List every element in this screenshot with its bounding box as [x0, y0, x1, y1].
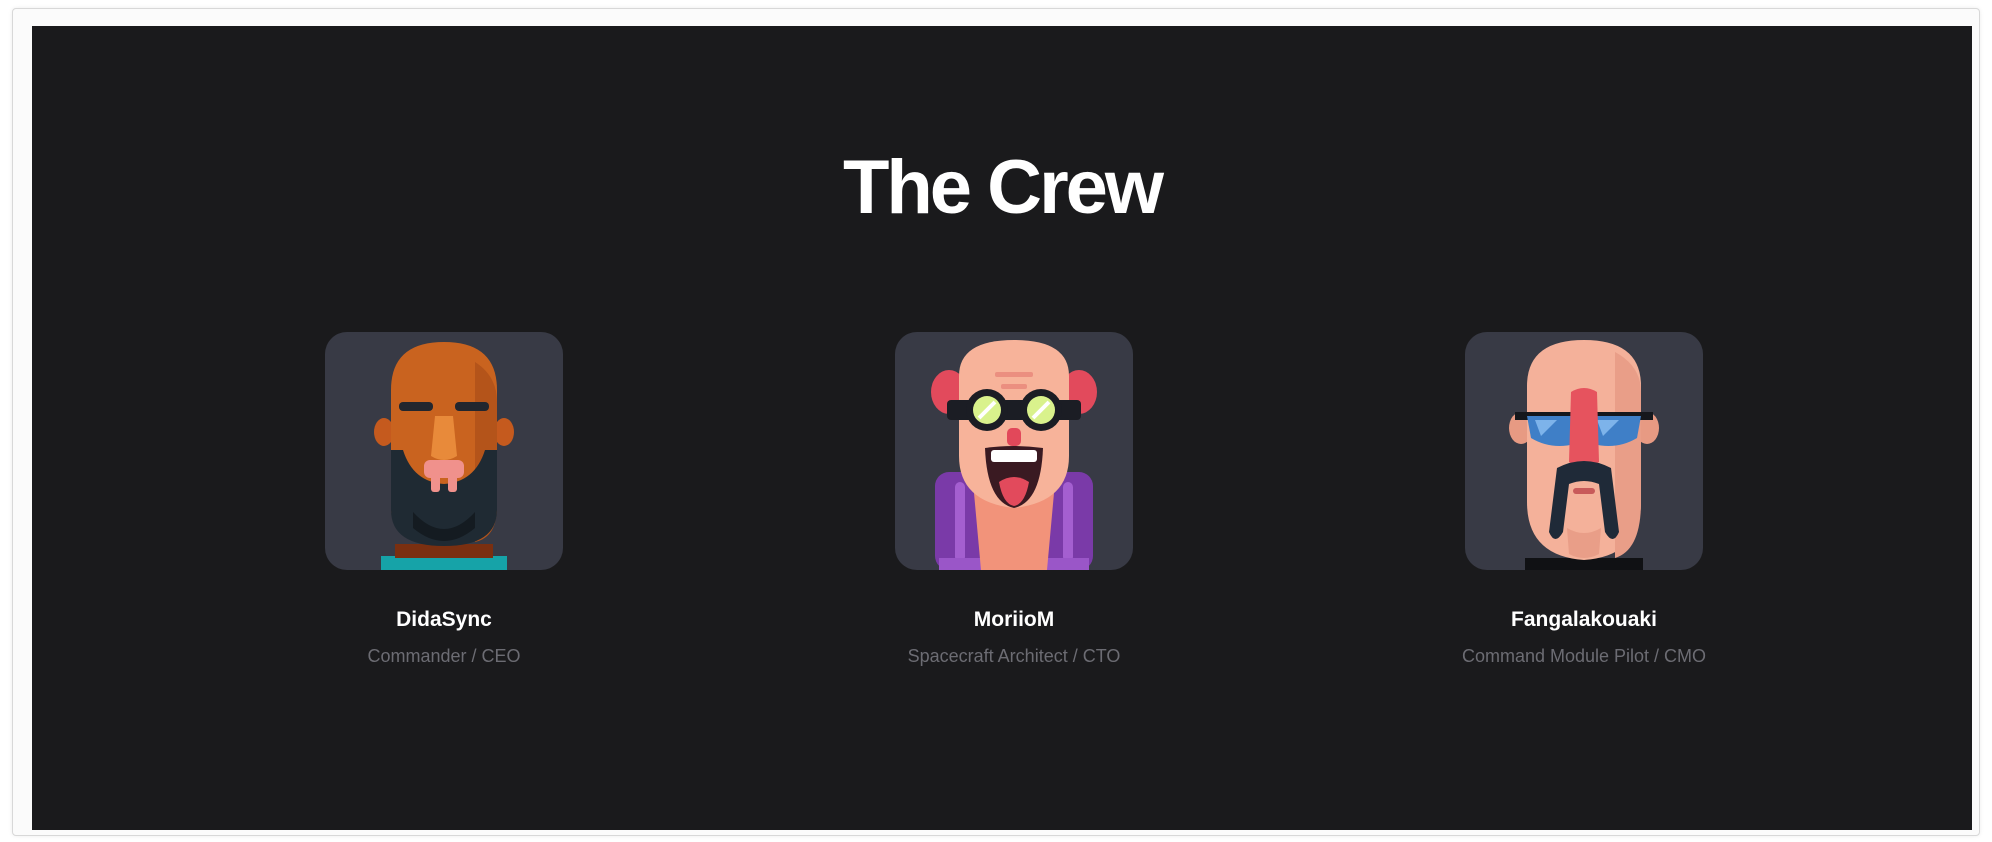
crew-role: Spacecraft Architect / CTO — [907, 646, 1121, 666]
crew-section: The Crew DidaSync Commander / CEO Moriio… — [32, 26, 1972, 830]
crew-name: Fangalakouaki — [1511, 608, 1657, 631]
avatar-fangalakouaki — [1465, 332, 1703, 570]
crew-role: Commander / CEO — [367, 646, 521, 666]
crew-name: MoriioM — [973, 608, 1055, 631]
crew-name: DidaSync — [396, 608, 492, 631]
crew-member-moriiom: MoriioM Spacecraft Architect / CTO — [734, 332, 1294, 667]
sunglasses-mustache-avatar-icon — [1509, 340, 1659, 570]
crew-role: Command Module Pilot / CMO — [1461, 646, 1707, 666]
crew-member-didasync: DidaSync Commander / CEO — [164, 332, 724, 667]
scientist-goggles-avatar-icon — [931, 340, 1097, 570]
crew-member-fangalakouaki: Fangalakouaki Command Module Pilot / CMO — [1304, 332, 1864, 667]
avatar-didasync — [325, 332, 563, 570]
bearded-man-avatar-icon — [374, 342, 514, 570]
section-title: The Crew — [842, 145, 1164, 230]
avatar-moriiom — [895, 332, 1133, 570]
